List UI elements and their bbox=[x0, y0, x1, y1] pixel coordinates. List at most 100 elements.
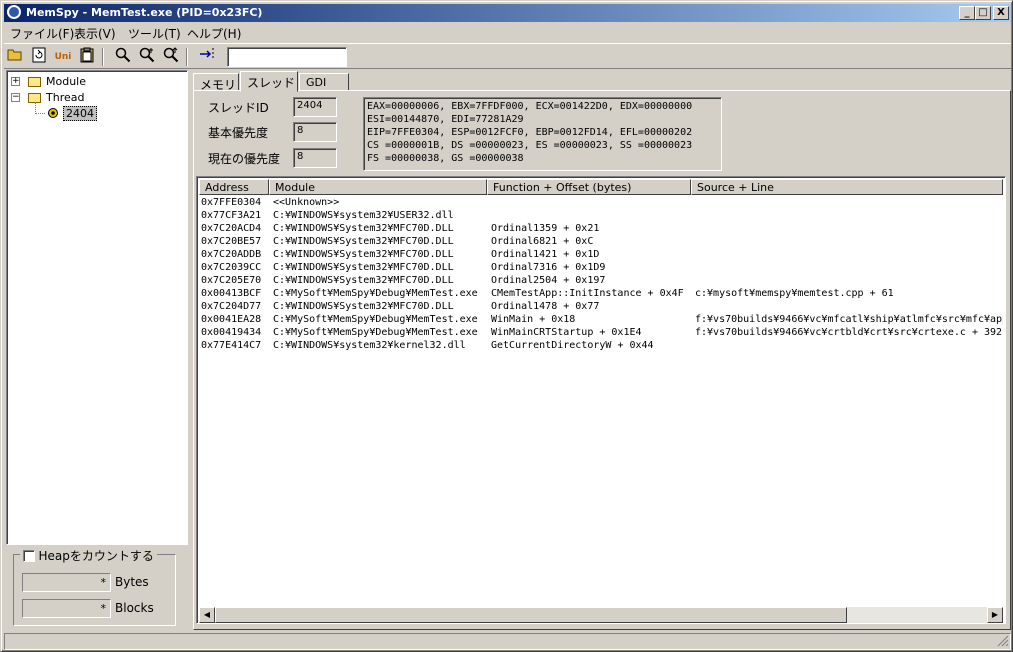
table-row[interactable]: 0x7C20ADDB C:¥WINDOWS¥System32¥MFC70D.DLL… bbox=[201, 249, 1003, 262]
heap-checkbox-label: Heapをカウントする bbox=[38, 549, 154, 563]
heap-checkbox-row[interactable]: Heapをカウントする bbox=[20, 547, 157, 564]
main-window: MemSpy - MemTest.exe (PID=0x23FC) _ □ X … bbox=[0, 0, 1013, 652]
call-stack-list[interactable]: Address Module Function + Offset (bytes)… bbox=[196, 176, 1006, 624]
cell-address: 0x77CF3A21 bbox=[201, 210, 262, 221]
blocks-value: * bbox=[22, 599, 111, 618]
table-row[interactable]: 0x7C204D77 C:¥WINDOWS¥System32¥MFC70D.DLL… bbox=[201, 301, 1003, 314]
collapse-icon[interactable]: − bbox=[11, 93, 20, 102]
cell-module: C:¥WINDOWS¥System32¥MFC70D.DLL bbox=[273, 249, 454, 260]
thread-id-label: スレッドID bbox=[208, 101, 269, 115]
table-row[interactable]: 0x7C205E70 C:¥WINDOWS¥System32¥MFC70D.DLL… bbox=[201, 275, 1003, 288]
tab-memory[interactable]: メモリ bbox=[193, 73, 239, 92]
status-pane bbox=[4, 633, 1011, 650]
refresh-icon[interactable] bbox=[29, 47, 49, 67]
blocks-label: Blocks bbox=[115, 601, 154, 615]
cell-function: WinMain + 0x18 bbox=[491, 314, 576, 325]
cell-address: 0x0041EA28 bbox=[201, 314, 262, 325]
scroll-right-button[interactable]: ▶ bbox=[987, 607, 1003, 623]
address-input[interactable] bbox=[227, 47, 347, 67]
expand-icon[interactable]: + bbox=[11, 77, 20, 86]
status-bar bbox=[4, 632, 1011, 650]
cell-function: Ordinal7316 + 0x1D9 bbox=[491, 262, 606, 273]
menu-tools[interactable]: ツール(T) bbox=[128, 25, 181, 42]
cell-module: C:¥WINDOWS¥System32¥MFC70D.DLL bbox=[273, 301, 454, 312]
menu-help[interactable]: ヘルプ(H) bbox=[187, 25, 241, 42]
table-row[interactable]: 0x77CF3A21 C:¥WINDOWS¥system32¥USER32.dll bbox=[201, 210, 1003, 223]
cell-module: C:¥WINDOWS¥System32¥MFC70D.DLL bbox=[273, 275, 454, 286]
search-prev-icon[interactable] bbox=[161, 47, 181, 67]
cell-function: Ordinal1359 + 0x21 bbox=[491, 223, 600, 234]
registers-box: EAX=00000006, EBX=7FFDF000, ECX=001422D0… bbox=[363, 97, 722, 171]
tab-gdi[interactable]: GDI bbox=[299, 73, 349, 91]
tree-item-module[interactable]: + Module bbox=[11, 74, 181, 90]
table-row[interactable]: 0x7C2039CC C:¥WINDOWS¥System32¥MFC70D.DLL… bbox=[201, 262, 1003, 275]
cell-address: 0x7C204D77 bbox=[201, 301, 262, 312]
column-header-address[interactable]: Address bbox=[199, 179, 269, 195]
cell-module: C:¥WINDOWS¥System32¥MFC70D.DLL bbox=[273, 262, 454, 273]
table-row[interactable]: 0x00413BCF C:¥MySoft¥MemSpy¥Debug¥MemTest… bbox=[201, 288, 1003, 301]
toolbar-separator bbox=[186, 48, 188, 66]
call-stack-rows: 0x7FFE0304 <<Unknown>> 0x77CF3A21 C:¥WINDOW… bbox=[201, 197, 1003, 607]
bytes-label: Bytes bbox=[115, 575, 149, 589]
table-row[interactable]: 0x7C20BE57 C:¥WINDOWS¥System32¥MFC70D.DLL… bbox=[201, 236, 1003, 249]
scroll-left-button[interactable]: ◀ bbox=[199, 607, 215, 623]
cell-address: 0x7FFE0304 bbox=[201, 197, 262, 208]
close-button[interactable]: X bbox=[993, 6, 1009, 20]
cell-address: 0x00419434 bbox=[201, 327, 262, 338]
tree-item-thread-2404[interactable]: 2404 bbox=[47, 106, 97, 122]
window-title: MemSpy - MemTest.exe (PID=0x23FC) bbox=[26, 6, 263, 19]
toolbar-separator bbox=[102, 48, 104, 66]
cell-source: f:¥vs70builds¥9466¥vc¥mfcatl¥ship¥atlmfc… bbox=[695, 314, 1003, 325]
scroll-thumb[interactable] bbox=[215, 607, 847, 623]
cell-function: Ordinal2504 + 0x197 bbox=[491, 275, 606, 286]
cell-module: C:¥WINDOWS¥system32¥kernel32.dll bbox=[273, 340, 466, 351]
heap-group: Heapをカウントする * Bytes * Blocks bbox=[13, 547, 176, 626]
column-header-module[interactable]: Module bbox=[269, 179, 487, 195]
horizontal-scrollbar[interactable]: ◀ ▶ bbox=[199, 607, 1003, 623]
menu-file[interactable]: ファイル(F) bbox=[10, 25, 74, 42]
tab-thread[interactable]: スレッド bbox=[240, 71, 298, 92]
open-folder-icon[interactable] bbox=[5, 47, 25, 67]
cell-function: Ordinal1421 + 0x1D bbox=[491, 249, 600, 260]
cell-function: CMemTestApp::InitInstance + 0x4F bbox=[491, 288, 684, 299]
register-line: CS =0000001B, DS =00000023, ES =00000023… bbox=[367, 140, 693, 151]
table-row[interactable]: 0x7FFE0304 <<Unknown>> bbox=[201, 197, 1003, 210]
table-row[interactable]: 0x00419434 C:¥MySoft¥MemSpy¥Debug¥MemTest… bbox=[201, 327, 1003, 340]
cell-module: C:¥MySoft¥MemSpy¥Debug¥MemTest.exe bbox=[273, 327, 478, 338]
register-line: EIP=7FFE0304, ESP=0012FCF0, EBP=0012FD14… bbox=[367, 127, 693, 138]
register-line: EAX=00000006, EBX=7FFDF000, ECX=001422D0… bbox=[367, 101, 693, 112]
thread-gear-icon bbox=[47, 107, 59, 119]
cell-address: 0x00413BCF bbox=[201, 288, 262, 299]
cell-module: C:¥WINDOWS¥System32¥MFC70D.DLL bbox=[273, 223, 454, 234]
search-icon[interactable] bbox=[113, 47, 133, 67]
title-bar[interactable]: MemSpy - MemTest.exe (PID=0x23FC) _ □ X bbox=[4, 4, 1011, 22]
cell-module: C:¥WINDOWS¥System32¥MFC70D.DLL bbox=[273, 236, 454, 247]
cell-function: Ordinal6821 + 0xC bbox=[491, 236, 594, 247]
heap-checkbox[interactable] bbox=[23, 550, 35, 562]
menu-view[interactable]: 表示(V) bbox=[74, 25, 116, 42]
cell-address: 0x7C20ACD4 bbox=[201, 223, 262, 234]
resize-grip-icon[interactable] bbox=[997, 635, 1009, 647]
table-row[interactable]: 0x77E414C7 C:¥WINDOWS¥system32¥kernel32.d… bbox=[201, 340, 1003, 353]
cell-function: WinMainCRTStartup + 0x1E4 bbox=[491, 327, 642, 338]
cell-address: 0x7C20BE57 bbox=[201, 236, 262, 247]
cell-address: 0x7C20ADDB bbox=[201, 249, 262, 260]
column-header-source[interactable]: Source + Line bbox=[691, 179, 1003, 195]
cell-module: <<Unknown>> bbox=[273, 197, 340, 208]
bytes-value: * bbox=[22, 573, 111, 592]
tree-item-thread[interactable]: − Thread bbox=[11, 90, 181, 106]
goto-address-icon[interactable] bbox=[198, 47, 218, 67]
cell-function: GetCurrentDirectoryW + 0x44 bbox=[491, 340, 654, 351]
minimize-button[interactable]: _ bbox=[959, 6, 975, 20]
column-header-function[interactable]: Function + Offset (bytes) bbox=[487, 179, 691, 195]
tree-view[interactable]: + Module − Thread 2404 bbox=[6, 70, 188, 545]
search-next-icon[interactable] bbox=[137, 47, 157, 67]
tree-item-label: 2404 bbox=[63, 106, 97, 121]
cell-address: 0x7C205E70 bbox=[201, 275, 262, 286]
maximize-button[interactable]: □ bbox=[975, 6, 991, 20]
unicode-icon[interactable]: Uni bbox=[53, 47, 73, 67]
tree-connector bbox=[35, 113, 45, 114]
table-row[interactable]: 0x7C20ACD4 C:¥WINDOWS¥System32¥MFC70D.DLL… bbox=[201, 223, 1003, 236]
table-row[interactable]: 0x0041EA28 C:¥MySoft¥MemSpy¥Debug¥MemTest… bbox=[201, 314, 1003, 327]
clipboard-icon[interactable] bbox=[77, 47, 97, 67]
